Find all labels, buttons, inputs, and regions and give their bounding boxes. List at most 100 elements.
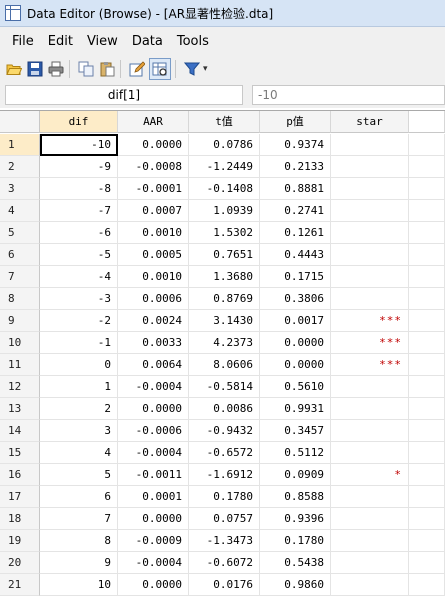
cell-p[interactable]: 0.1261 <box>260 222 331 244</box>
cell-t[interactable]: 3.1430 <box>189 310 260 332</box>
cell-aar[interactable]: 0.0006 <box>118 288 189 310</box>
filter-icon[interactable] <box>183 60 201 78</box>
print-icon[interactable] <box>47 60 65 78</box>
cell-aar[interactable]: 0.0033 <box>118 332 189 354</box>
cell-star[interactable] <box>331 288 409 310</box>
cell-p[interactable]: 0.0909 <box>260 464 331 486</box>
column-header-aar[interactable]: AAR <box>118 111 189 133</box>
cell-p[interactable]: 0.9396 <box>260 508 331 530</box>
paste-icon[interactable] <box>98 60 116 78</box>
column-header-p[interactable]: p值 <box>260 111 331 133</box>
cell-p[interactable]: 0.5112 <box>260 442 331 464</box>
cell-star[interactable] <box>331 508 409 530</box>
corner-cell[interactable] <box>0 111 40 133</box>
cell-aar[interactable]: 0.0000 <box>118 508 189 530</box>
cell-p[interactable]: 0.1715 <box>260 266 331 288</box>
cell-aar[interactable]: -0.0006 <box>118 420 189 442</box>
table-row[interactable]: 14 3 -0.0006 -0.9432 0.3457 <box>0 420 445 442</box>
cell-dif[interactable]: 9 <box>40 552 118 574</box>
cell-t[interactable]: 0.0786 <box>189 134 260 156</box>
cell-dif[interactable]: -2 <box>40 310 118 332</box>
cell-dif[interactable]: -5 <box>40 244 118 266</box>
cell-t[interactable]: -0.1408 <box>189 178 260 200</box>
row-number[interactable]: 11 <box>0 354 40 376</box>
cell-star[interactable] <box>331 244 409 266</box>
table-row[interactable]: 7 -4 0.0010 1.3680 0.1715 <box>0 266 445 288</box>
menu-view[interactable]: View <box>80 34 125 49</box>
table-row[interactable]: 21 10 0.0000 0.0176 0.9860 <box>0 574 445 596</box>
cell-aar[interactable]: -0.0004 <box>118 376 189 398</box>
cell-dif[interactable]: 8 <box>40 530 118 552</box>
cell-dif[interactable]: -9 <box>40 156 118 178</box>
row-number[interactable]: 16 <box>0 464 40 486</box>
table-row[interactable]: 1 -10 0.0000 0.0786 0.9374 <box>0 134 445 156</box>
cell-t[interactable]: 1.0939 <box>189 200 260 222</box>
cell-dif[interactable]: -10 <box>40 134 118 156</box>
cell-aar[interactable]: 0.0007 <box>118 200 189 222</box>
copy-icon[interactable] <box>77 60 95 78</box>
cell-t[interactable]: 1.3680 <box>189 266 260 288</box>
cell-p[interactable]: 0.9374 <box>260 134 331 156</box>
cell-dif[interactable]: -6 <box>40 222 118 244</box>
cell-dif[interactable]: 3 <box>40 420 118 442</box>
row-number[interactable]: 14 <box>0 420 40 442</box>
cell-t[interactable]: -0.6072 <box>189 552 260 574</box>
cell-t[interactable]: -0.9432 <box>189 420 260 442</box>
cell-t[interactable]: -1.2449 <box>189 156 260 178</box>
cell-dif[interactable]: 6 <box>40 486 118 508</box>
table-row[interactable]: 2 -9 -0.0008 -1.2449 0.2133 <box>0 156 445 178</box>
cell-star[interactable]: *** <box>331 354 409 376</box>
table-row[interactable]: 10 -1 0.0033 4.2373 0.0000 *** <box>0 332 445 354</box>
cell-t[interactable]: -0.6572 <box>189 442 260 464</box>
row-number[interactable]: 19 <box>0 530 40 552</box>
cell-star[interactable] <box>331 266 409 288</box>
cell-star[interactable] <box>331 178 409 200</box>
table-row[interactable]: 20 9 -0.0004 -0.6072 0.5438 <box>0 552 445 574</box>
row-number[interactable]: 21 <box>0 574 40 596</box>
cell-value-field[interactable]: -10 <box>252 85 445 105</box>
cell-aar[interactable]: -0.0004 <box>118 552 189 574</box>
cell-p[interactable]: 0.0017 <box>260 310 331 332</box>
cell-t[interactable]: -0.5814 <box>189 376 260 398</box>
row-number[interactable]: 5 <box>0 222 40 244</box>
cell-dif[interactable]: -1 <box>40 332 118 354</box>
cell-t[interactable]: 0.0176 <box>189 574 260 596</box>
edit-icon[interactable] <box>128 60 146 78</box>
row-number[interactable]: 12 <box>0 376 40 398</box>
cell-star[interactable] <box>331 376 409 398</box>
table-row[interactable]: 4 -7 0.0007 1.0939 0.2741 <box>0 200 445 222</box>
row-number[interactable]: 10 <box>0 332 40 354</box>
cell-p[interactable]: 0.2133 <box>260 156 331 178</box>
cell-dif[interactable]: -8 <box>40 178 118 200</box>
cell-dif[interactable]: -7 <box>40 200 118 222</box>
table-row[interactable]: 17 6 0.0001 0.1780 0.8588 <box>0 486 445 508</box>
cell-aar[interactable]: 0.0005 <box>118 244 189 266</box>
cell-reference-box[interactable]: dif[1] <box>5 85 243 105</box>
cell-dif[interactable]: 5 <box>40 464 118 486</box>
cell-aar[interactable]: 0.0024 <box>118 310 189 332</box>
row-number[interactable]: 18 <box>0 508 40 530</box>
cell-dif[interactable]: 4 <box>40 442 118 464</box>
column-header-t[interactable]: t值 <box>189 111 260 133</box>
cell-star[interactable] <box>331 574 409 596</box>
cell-aar[interactable]: 0.0000 <box>118 574 189 596</box>
cell-star[interactable] <box>331 200 409 222</box>
table-row[interactable]: 15 4 -0.0004 -0.6572 0.5112 <box>0 442 445 464</box>
cell-star[interactable] <box>331 222 409 244</box>
table-row[interactable]: 18 7 0.0000 0.0757 0.9396 <box>0 508 445 530</box>
cell-star[interactable] <box>331 420 409 442</box>
cell-aar[interactable]: 0.0010 <box>118 266 189 288</box>
cell-p[interactable]: 0.0000 <box>260 354 331 376</box>
cell-t[interactable]: -1.6912 <box>189 464 260 486</box>
table-row[interactable]: 12 1 -0.0004 -0.5814 0.5610 <box>0 376 445 398</box>
table-row[interactable]: 8 -3 0.0006 0.8769 0.3806 <box>0 288 445 310</box>
cell-dif[interactable]: 1 <box>40 376 118 398</box>
row-number[interactable]: 17 <box>0 486 40 508</box>
row-number[interactable]: 20 <box>0 552 40 574</box>
cell-t[interactable]: 0.0086 <box>189 398 260 420</box>
row-number[interactable]: 7 <box>0 266 40 288</box>
table-row[interactable]: 3 -8 -0.0001 -0.1408 0.8881 <box>0 178 445 200</box>
cell-t[interactable]: 0.0757 <box>189 508 260 530</box>
cell-star[interactable] <box>331 530 409 552</box>
cell-p[interactable]: 0.0000 <box>260 332 331 354</box>
